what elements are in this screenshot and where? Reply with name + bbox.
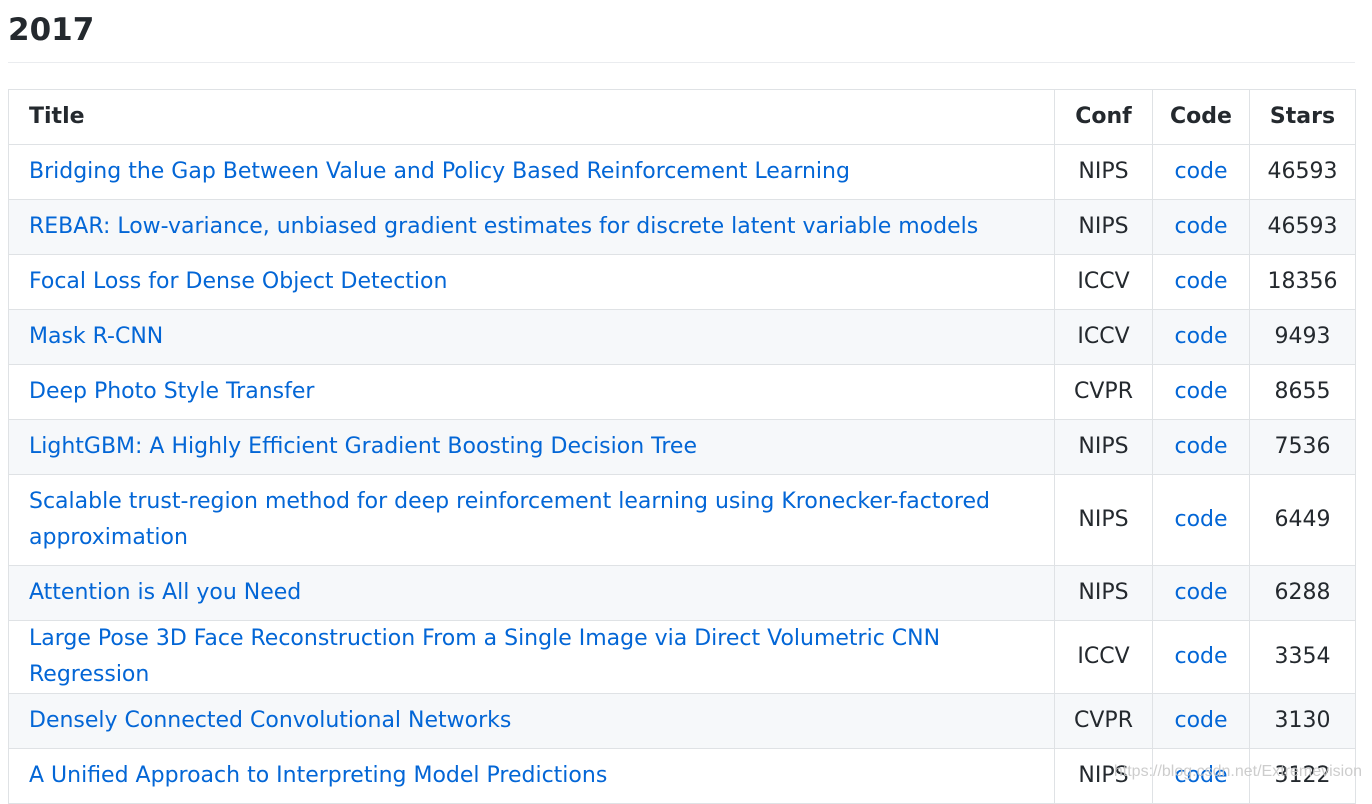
conf-cell: ICCV	[1054, 254, 1153, 310]
stars-cell: 7536	[1249, 419, 1356, 475]
conf-cell: NIPS	[1054, 748, 1153, 804]
code-link[interactable]: code	[1174, 214, 1227, 239]
table-row: Focal Loss for Dense Object Detection IC…	[8, 254, 1356, 310]
paper-title-link[interactable]: Attention is All you Need	[29, 580, 301, 605]
table-row: Scalable trust-region method for deep re…	[8, 474, 1356, 566]
stars-cell: 46593	[1249, 199, 1356, 255]
title-cell: Deep Photo Style Transfer	[8, 364, 1055, 420]
paper-title-link[interactable]: A Unified Approach to Interpreting Model…	[29, 763, 607, 788]
stars-cell: 18356	[1249, 254, 1356, 310]
title-cell: REBAR: Low-variance, unbiased gradient e…	[8, 199, 1055, 255]
stars-cell: 6449	[1249, 474, 1356, 566]
title-cell: Bridging the Gap Between Value and Polic…	[8, 144, 1055, 200]
code-link[interactable]: code	[1174, 324, 1227, 349]
conf-cell: CVPR	[1054, 693, 1153, 749]
paper-title-link[interactable]: Focal Loss for Dense Object Detection	[29, 269, 447, 294]
stars-cell: 8655	[1249, 364, 1356, 420]
code-link[interactable]: code	[1174, 434, 1227, 459]
table-row: Large Pose 3D Face Reconstruction From a…	[8, 620, 1356, 694]
table-header-row: Title Conf Code Stars	[8, 89, 1356, 145]
conf-cell: ICCV	[1054, 620, 1153, 694]
stars-cell: 3130	[1249, 693, 1356, 749]
stars-cell: 3122	[1249, 748, 1356, 804]
title-cell: A Unified Approach to Interpreting Model…	[8, 748, 1055, 804]
code-link[interactable]: code	[1174, 159, 1227, 184]
code-cell: code	[1152, 419, 1250, 475]
code-cell: code	[1152, 565, 1250, 621]
code-cell: code	[1152, 364, 1250, 420]
code-link[interactable]: code	[1174, 269, 1227, 294]
conf-cell: NIPS	[1054, 565, 1153, 621]
stars-cell: 46593	[1249, 144, 1356, 200]
table-row: Deep Photo Style Transfer CVPR code 8655	[8, 364, 1356, 420]
code-cell: code	[1152, 620, 1250, 694]
table-row: A Unified Approach to Interpreting Model…	[8, 748, 1356, 804]
title-cell: Scalable trust-region method for deep re…	[8, 474, 1055, 566]
code-link[interactable]: code	[1174, 708, 1227, 733]
code-cell: code	[1152, 199, 1250, 255]
year-heading: 2017	[8, 12, 95, 48]
stars-cell: 6288	[1249, 565, 1356, 621]
title-cell: Attention is All you Need	[8, 565, 1055, 621]
column-header-code: Code	[1152, 89, 1250, 145]
conf-cell: NIPS	[1054, 474, 1153, 566]
section-heading: 2017	[8, 0, 1355, 63]
paper-title-link[interactable]: REBAR: Low-variance, unbiased gradient e…	[29, 214, 978, 239]
conf-cell: NIPS	[1054, 199, 1153, 255]
stars-cell: 9493	[1249, 309, 1356, 365]
code-cell: code	[1152, 693, 1250, 749]
table-row: Mask R-CNN ICCV code 9493	[8, 309, 1356, 365]
code-cell: code	[1152, 144, 1250, 200]
title-cell: Large Pose 3D Face Reconstruction From a…	[8, 620, 1055, 694]
code-link[interactable]: code	[1174, 379, 1227, 404]
paper-title-link[interactable]: Deep Photo Style Transfer	[29, 379, 314, 404]
title-cell: Focal Loss for Dense Object Detection	[8, 254, 1055, 310]
column-header-stars: Stars	[1249, 89, 1356, 145]
paper-title-link[interactable]: Scalable trust-region method for deep re…	[29, 489, 990, 550]
column-header-title: Title	[8, 89, 1055, 145]
code-link[interactable]: code	[1174, 644, 1227, 669]
code-link[interactable]: code	[1174, 507, 1227, 532]
title-cell: Densely Connected Convolutional Networks	[8, 693, 1055, 749]
paper-title-link[interactable]: Large Pose 3D Face Reconstruction From a…	[29, 626, 940, 687]
conf-cell: NIPS	[1054, 419, 1153, 475]
column-header-conf: Conf	[1054, 89, 1153, 145]
table-row: Attention is All you Need NIPS code 6288	[8, 565, 1356, 621]
papers-table: Title Conf Code Stars Bridging the Gap B…	[8, 89, 1356, 804]
paper-title-link[interactable]: Densely Connected Convolutional Networks	[29, 708, 511, 733]
table-row: REBAR: Low-variance, unbiased gradient e…	[8, 199, 1356, 255]
table-row: Bridging the Gap Between Value and Polic…	[8, 144, 1356, 200]
table-row: LightGBM: A Highly Efficient Gradient Bo…	[8, 419, 1356, 475]
conf-cell: ICCV	[1054, 309, 1153, 365]
code-cell: code	[1152, 748, 1250, 804]
code-link[interactable]: code	[1174, 763, 1227, 788]
code-cell: code	[1152, 474, 1250, 566]
conf-cell: NIPS	[1054, 144, 1153, 200]
paper-title-link[interactable]: LightGBM: A Highly Efficient Gradient Bo…	[29, 434, 697, 459]
code-cell: code	[1152, 309, 1250, 365]
table-row: Densely Connected Convolutional Networks…	[8, 693, 1356, 749]
paper-title-link[interactable]: Mask R-CNN	[29, 324, 163, 349]
code-link[interactable]: code	[1174, 580, 1227, 605]
title-cell: LightGBM: A Highly Efficient Gradient Bo…	[8, 419, 1055, 475]
paper-title-link[interactable]: Bridging the Gap Between Value and Polic…	[29, 159, 850, 184]
code-cell: code	[1152, 254, 1250, 310]
stars-cell: 3354	[1249, 620, 1356, 694]
title-cell: Mask R-CNN	[8, 309, 1055, 365]
conf-cell: CVPR	[1054, 364, 1153, 420]
